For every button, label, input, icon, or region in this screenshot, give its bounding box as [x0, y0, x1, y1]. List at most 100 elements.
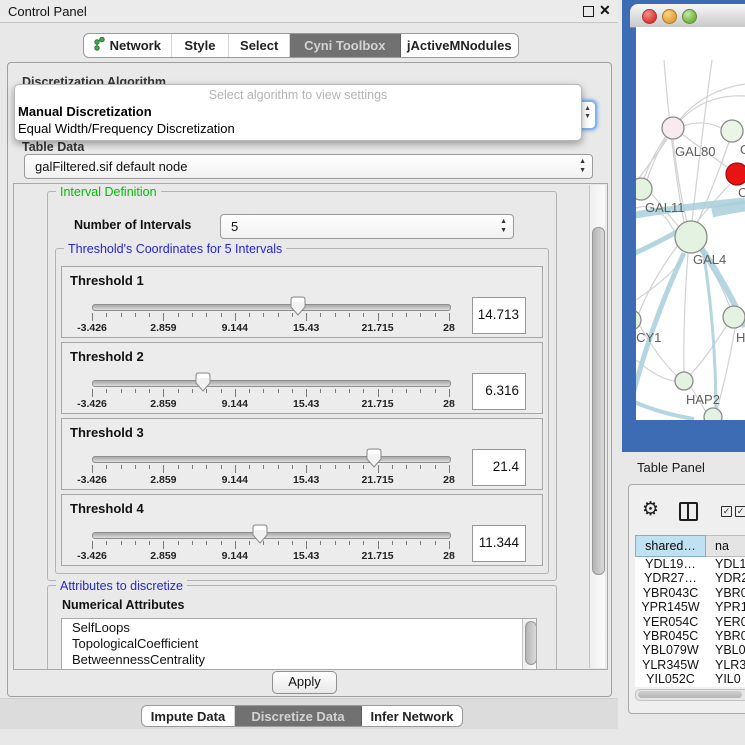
attr-items: SelfLoopsTopologicalCoefficientBetweenne…	[62, 619, 536, 667]
tab-discretize-data[interactable]: Discretize Data	[235, 706, 362, 726]
network-canvas[interactable]: GAL80GCGAL11GAL4GCY1HHAP2	[636, 27, 745, 420]
numerical-attributes-list[interactable]: SelfLoopsTopologicalCoefficientBetweenne…	[61, 618, 537, 670]
svg-text:GAL11: GAL11	[645, 200, 685, 215]
panel-title: Control Panel	[8, 4, 87, 19]
svg-text:GAL4: GAL4	[693, 252, 726, 267]
threshold-label: Threshold 2	[70, 349, 144, 364]
tab-style[interactable]: Style	[172, 34, 230, 57]
checkbox-icon[interactable]: ✓	[735, 506, 745, 517]
threshold-label: Threshold 4	[70, 501, 144, 516]
combo-stepper-icon: ▲▼	[500, 217, 507, 235]
tab-cyni-toolbox[interactable]: Cyni Toolbox	[290, 34, 400, 57]
thresholds-group: Threshold's Coordinates for 5 Intervals …	[55, 248, 549, 574]
threshold-value-field[interactable]: 11.344	[472, 525, 526, 562]
tab-impute-data[interactable]: Impute Data	[142, 706, 235, 726]
close-traffic-light[interactable]	[642, 9, 657, 24]
table-panel: ⚙ ✓ ✓ shared… na YDL19…YDL1YDR27…YDR2YBR…	[628, 484, 745, 714]
tab-jactivemnodules[interactable]: jActiveMNodules	[401, 34, 518, 57]
svg-text:H: H	[736, 330, 745, 345]
algorithm-option-equal-width[interactable]: Equal Width/Frequency Discretization	[18, 121, 235, 136]
attribute-list-item[interactable]: BetweennessCentrality	[62, 651, 536, 667]
threshold-value-field[interactable]: 6.316	[472, 373, 526, 410]
slider-tick-labels: -3.4262.8599.14415.4321.71528	[92, 398, 449, 410]
algorithm-dropdown-popup: Select algorithm to view settings Manual…	[14, 84, 582, 141]
table-row[interactable]: YLR345WYLR3	[635, 658, 745, 672]
slider-track[interactable]	[92, 532, 451, 539]
table-row[interactable]: YBR045CYBR0	[635, 629, 745, 643]
svg-text:GCY1: GCY1	[636, 330, 661, 345]
threshold-value-field[interactable]: 21.4	[472, 449, 526, 486]
threshold-panel: Threshold 4 -3.4262.8599.14415.4321.71528…	[61, 494, 543, 566]
table-row[interactable]: YIL052CYIL0	[635, 672, 745, 686]
app-root: Control Panel ✕ Network Style Select Cyn…	[0, 0, 745, 745]
attributes-group-label: Attributes to discretize	[56, 579, 187, 593]
combo-stepper-icon: ▲▼	[584, 105, 591, 121]
table-body: YDL19…YDL1YDR27…YDR2YBR043CYBR0YPR145WYP…	[635, 557, 745, 687]
column-header-shared-name[interactable]: shared…	[635, 535, 706, 557]
table-hscrollbar-thumb[interactable]	[638, 691, 742, 698]
table-row[interactable]: YDL19…YDL1	[635, 557, 745, 571]
threshold-label: Threshold 3	[70, 425, 144, 440]
minimize-traffic-light[interactable]	[662, 9, 677, 24]
slider-thumb[interactable]	[290, 296, 306, 316]
svg-text:HAP2: HAP2	[686, 392, 720, 407]
number-of-intervals-label: Number of Intervals	[74, 218, 191, 232]
threshold-value-field[interactable]: 14.713	[472, 297, 526, 334]
table-data-combobox[interactable]: galFiltered.sif default node ▲▼	[24, 154, 593, 179]
interval-definition-label: Interval Definition	[56, 185, 161, 199]
slider-tick-labels: -3.4262.8599.14415.4321.71528	[92, 474, 449, 486]
column-header-name[interactable]: na	[706, 535, 745, 557]
table-row[interactable]: YBR043CYBR0	[635, 586, 745, 600]
table-row[interactable]: YER054CYER0	[635, 615, 745, 629]
table-row[interactable]: YDR27…YDR2	[635, 571, 745, 585]
list-scrollbar[interactable]	[522, 619, 536, 670]
threshold-label: Threshold 1	[70, 273, 144, 288]
attribute-list-item[interactable]: SelfLoops	[62, 619, 536, 635]
slider-track[interactable]	[92, 304, 451, 311]
control-panel-titlebar: Control Panel ✕	[0, 0, 618, 23]
tab-network[interactable]: Network	[84, 34, 172, 57]
network-window: GAL80GCGAL11GAL4GCY1HHAP2	[622, 0, 745, 452]
interval-definition-group: Interval Definition Number of Intervals …	[47, 191, 557, 581]
zoom-traffic-light[interactable]	[682, 9, 697, 24]
algorithm-option-manual[interactable]: Manual Discretization	[18, 104, 152, 119]
slider-tick-labels: -3.4262.8599.14415.4321.71528	[92, 550, 449, 562]
numerical-attributes-label: Numerical Attributes	[62, 598, 184, 612]
network-icon	[94, 37, 105, 54]
slider-tick-labels: -3.4262.8599.14415.4321.71528	[92, 322, 449, 334]
node-table[interactable]: shared… na YDL19…YDL1YDR27…YDR2YBR043CYB…	[635, 535, 745, 687]
main-scrollbar[interactable]	[589, 185, 605, 668]
table-row[interactable]: YPR145WYPR1	[635, 600, 745, 614]
slider-track[interactable]	[92, 380, 451, 387]
attribute-list-item[interactable]: TopologicalCoefficient	[62, 635, 536, 651]
threshold-panel: Threshold 2 -3.4262.8599.14415.4321.71528…	[61, 342, 543, 414]
combo-stepper-icon: ▲▼	[579, 157, 586, 175]
slider-ticks	[92, 465, 449, 473]
threshold-panel: Threshold 3 -3.4262.8599.14415.4321.71528…	[61, 418, 543, 490]
svg-text:C: C	[738, 185, 745, 200]
slider-thumb[interactable]	[195, 372, 211, 392]
table-data-label: Table Data	[22, 140, 84, 154]
slider-track[interactable]	[92, 456, 451, 463]
thresholds-group-label: Threshold's Coordinates for 5 Intervals	[64, 242, 286, 256]
network-graph: GAL80GCGAL11GAL4GCY1HHAP2	[636, 27, 745, 420]
checkbox-icon[interactable]: ✓	[721, 506, 732, 517]
table-hscrollbar[interactable]	[635, 689, 745, 701]
algorithm-hint: Select algorithm to view settings	[15, 88, 581, 102]
number-of-intervals-combobox[interactable]: 5 ▲▼	[220, 214, 514, 239]
tab-infer-network[interactable]: Infer Network	[362, 706, 462, 726]
column-layout-icon[interactable]	[679, 502, 698, 521]
tab-select[interactable]: Select	[229, 34, 290, 57]
close-icon[interactable]: ✕	[599, 2, 611, 19]
svg-text:G: G	[740, 142, 745, 157]
gear-icon[interactable]: ⚙	[642, 498, 659, 520]
slider-thumb[interactable]	[366, 448, 382, 468]
slider-thumb[interactable]	[252, 524, 268, 544]
main-scrollbar-thumb[interactable]	[592, 227, 605, 575]
apply-button[interactable]: Apply	[272, 671, 337, 694]
list-scrollbar-thumb[interactable]	[525, 621, 537, 665]
network-window-titlebar	[630, 4, 745, 28]
settings-scrollpane: Interval Definition Number of Intervals …	[13, 183, 608, 670]
table-row[interactable]: YBL079WYBL0	[635, 643, 745, 657]
float-window-icon[interactable]	[583, 6, 594, 17]
